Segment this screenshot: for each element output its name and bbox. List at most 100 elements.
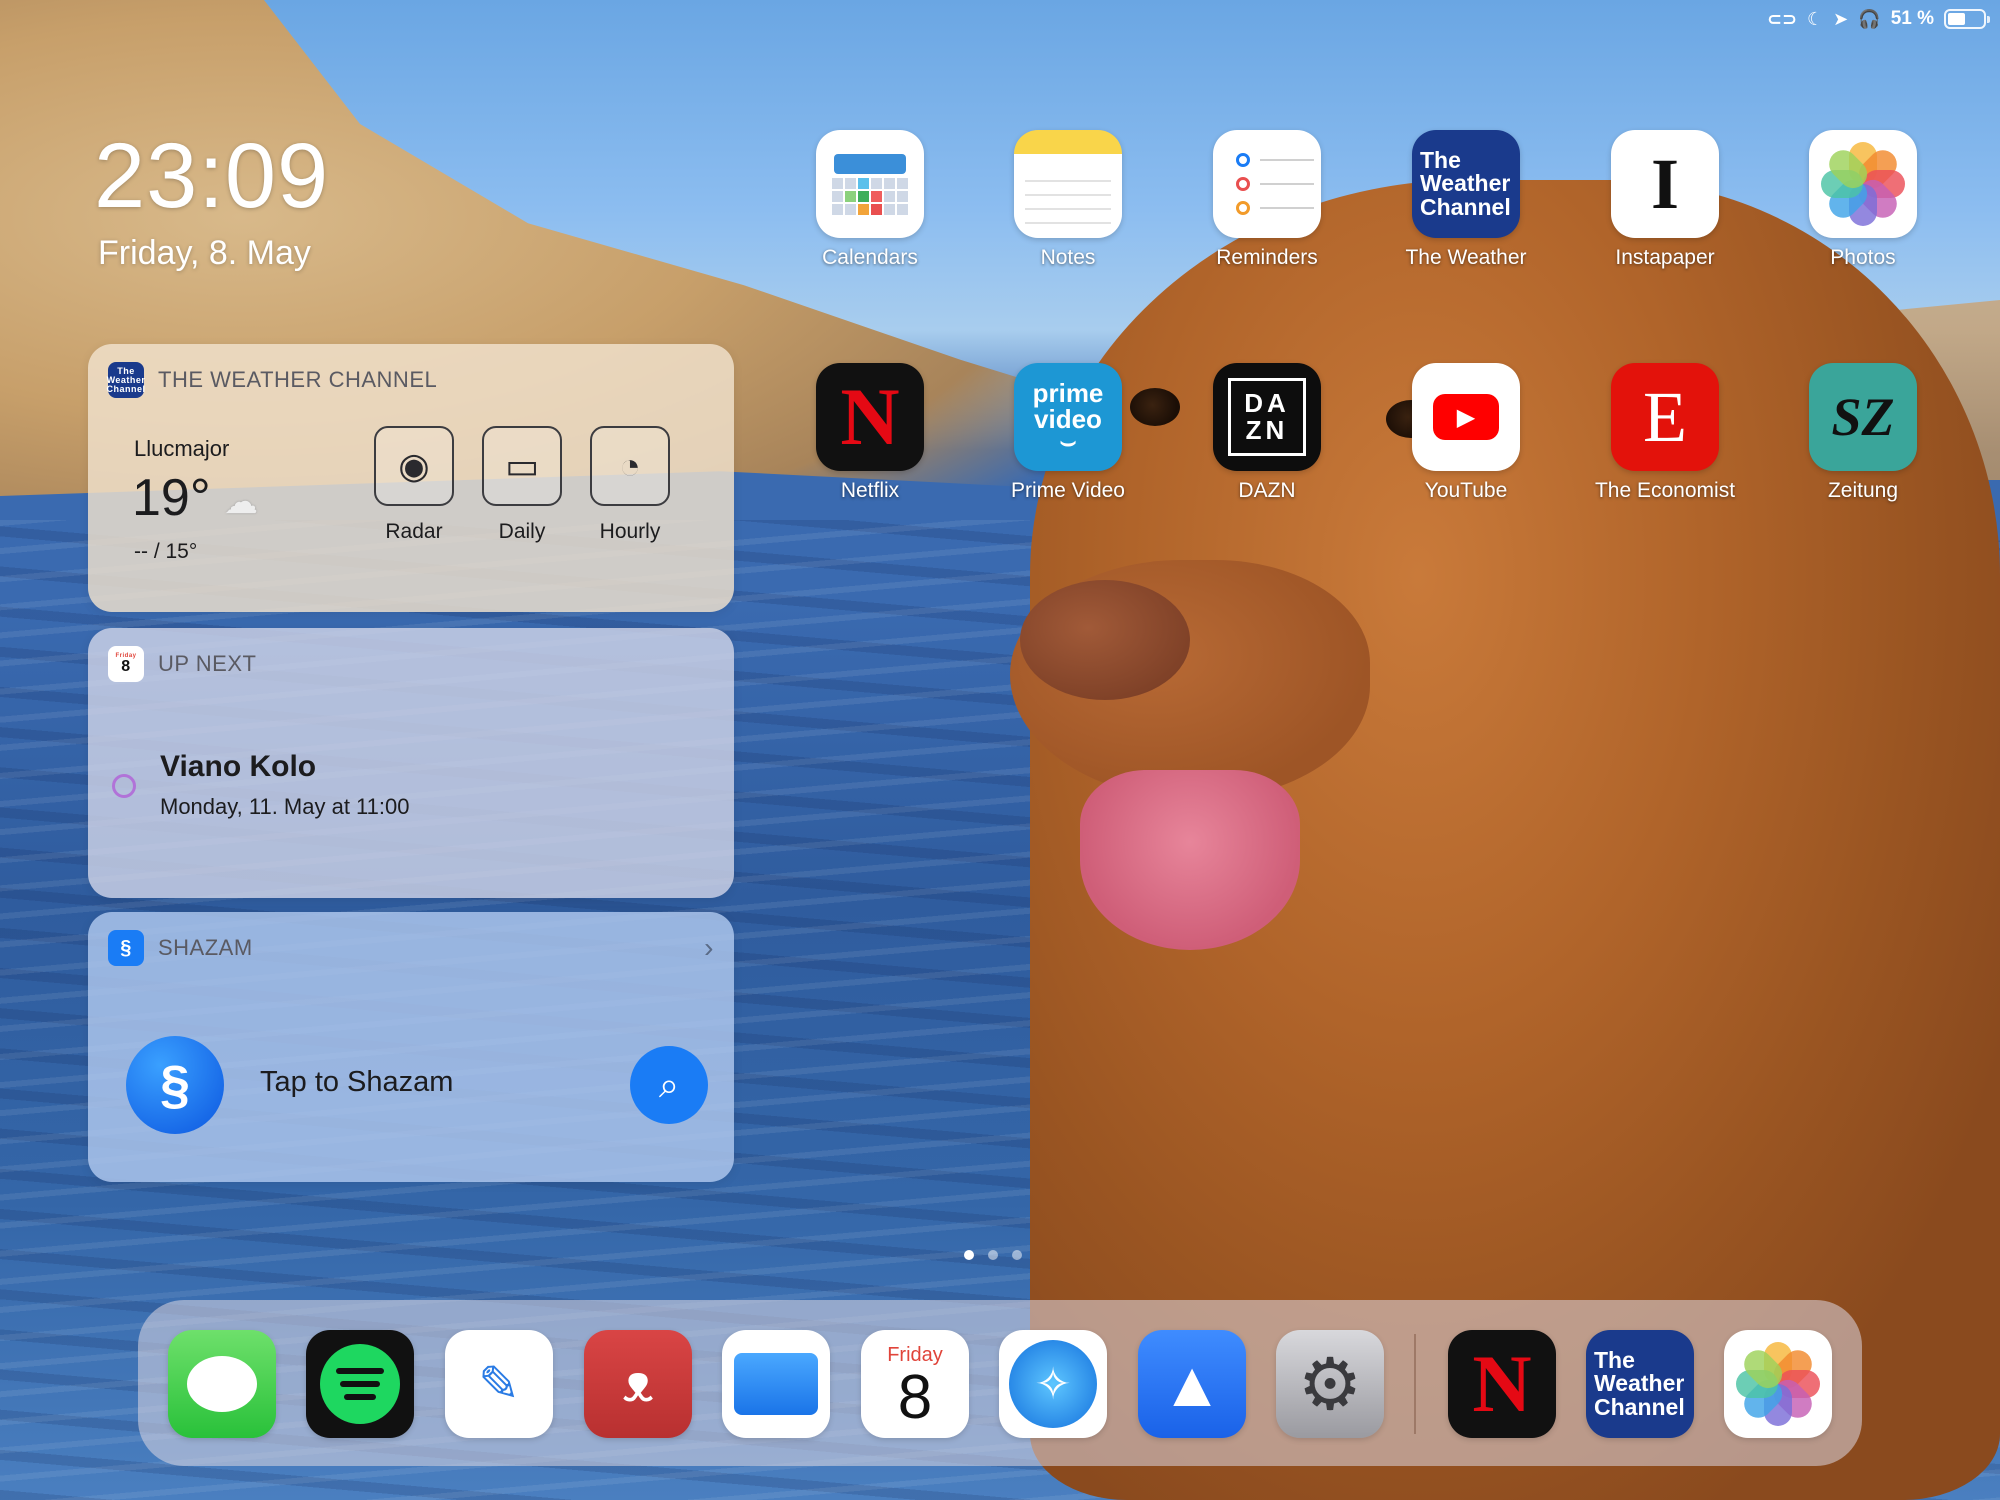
instapaper-app-icon: I xyxy=(1611,130,1719,238)
page-dot[interactable] xyxy=(988,1250,998,1260)
status-bar: ⊂⊃ ☾ ➤ 🎧 51 % xyxy=(1766,8,1990,30)
weather-radar-button[interactable]: ◉ Radar xyxy=(360,426,468,544)
app-notes[interactable]: Notes xyxy=(993,130,1143,270)
app-instapaper[interactable]: I Instapaper xyxy=(1590,130,1740,270)
dock-app-spotify[interactable] xyxy=(306,1330,414,1438)
upnext-widget-title: UP NEXT xyxy=(158,651,257,676)
weather-channel-app-icon: The Weather Channel xyxy=(1594,1346,1685,1420)
weather-hourly-button[interactable]: ◔ Hourly xyxy=(576,426,684,544)
clock-icon: ◔ xyxy=(590,426,670,506)
location-arrow-icon: ➤ xyxy=(1833,9,1849,29)
weather-temperature: 19° xyxy=(132,469,211,527)
shazam-logo-button[interactable]: § xyxy=(126,1036,224,1134)
battery-fill xyxy=(1948,13,1966,25)
notes-app-icon xyxy=(1014,130,1122,238)
shazam-widget-header: § SHAZAM › xyxy=(88,912,734,984)
page-dot[interactable] xyxy=(1012,1250,1022,1260)
photos-app-icon xyxy=(1809,130,1917,238)
dock-recent-photos[interactable] xyxy=(1724,1330,1832,1438)
spotify-icon xyxy=(320,1344,400,1424)
dock-app-settings[interactable]: ⚙ xyxy=(1276,1330,1384,1438)
photos-app-icon xyxy=(1736,1342,1820,1426)
app-label: Instapaper xyxy=(1615,246,1715,269)
link-icon: ⊂⊃ xyxy=(1766,9,1798,29)
app-the-economist[interactable]: E The Economist xyxy=(1590,363,1740,503)
dock-app-safari[interactable]: ✧ xyxy=(999,1330,1107,1438)
shazam-badge-icon: § xyxy=(108,930,144,966)
weather-widget[interactable]: The Weather Channel THE WEATHER CHANNEL … xyxy=(88,344,734,612)
dock-recent-netflix[interactable]: N xyxy=(1448,1330,1556,1438)
weather-daily-label: Daily xyxy=(498,520,546,543)
shazam-action-label[interactable]: Tap to Shazam xyxy=(260,1066,453,1099)
chevron-right-icon[interactable]: › xyxy=(704,932,714,964)
dock-app-files[interactable] xyxy=(722,1330,830,1438)
dock-app-messages[interactable] xyxy=(168,1330,276,1438)
event-title[interactable]: Viano Kolo xyxy=(160,750,316,784)
dock-app-calendar[interactable]: Friday 8 xyxy=(861,1330,969,1438)
app-the-weather[interactable]: The Weather Channel The Weather xyxy=(1391,130,1541,270)
calendar-badge-num: 8 xyxy=(121,658,131,675)
app-label: Reminders xyxy=(1216,246,1318,269)
app-reminders[interactable]: Reminders xyxy=(1192,130,1342,270)
app-prime-video[interactable]: prime video ⌣ Prime Video xyxy=(993,363,1143,503)
dock-recent-weather-channel[interactable]: The Weather Channel xyxy=(1586,1330,1694,1438)
app-youtube[interactable]: ▶ YouTube xyxy=(1391,363,1541,503)
shazam-widget[interactable]: § SHAZAM › § Tap to Shazam ⌕ xyxy=(88,912,734,1182)
economist-app-icon: E xyxy=(1611,363,1719,471)
bear-icon: ᴥ xyxy=(622,1355,654,1413)
dock-app-editorial[interactable]: ✎ xyxy=(445,1330,553,1438)
page-dot[interactable] xyxy=(964,1250,974,1260)
calendars-app-icon xyxy=(816,130,924,238)
app-label: Prime Video xyxy=(1010,479,1125,502)
prime-video-app-icon: prime video ⌣ xyxy=(1014,363,1122,471)
app-label: The Economist xyxy=(1594,479,1736,502)
app-label: Netflix xyxy=(840,479,900,502)
dock-app-bear[interactable]: ᴥ xyxy=(584,1330,692,1438)
clock-time: 23:09 xyxy=(94,125,330,227)
app-label: YouTube xyxy=(1424,479,1508,502)
weather-widget-header: The Weather Channel THE WEATHER CHANNEL xyxy=(88,344,734,416)
smile-arrow-icon: ⌣ xyxy=(1059,426,1077,456)
app-zeitung[interactable]: SZ Zeitung xyxy=(1788,363,1938,503)
upnext-widget[interactable]: Friday 8 UP NEXT Viano Kolo Monday, 11. … xyxy=(88,628,734,898)
app-label: DAZN xyxy=(1238,479,1296,502)
app-label: Zeitung xyxy=(1827,479,1899,502)
weather-daily-button[interactable]: ▭ Daily xyxy=(468,426,576,544)
app-label: Calendars xyxy=(822,246,918,269)
app-photos[interactable]: Photos xyxy=(1788,130,1938,270)
netflix-app-icon: N xyxy=(1472,1338,1532,1429)
app-label: Photos xyxy=(1830,246,1896,269)
weather-city: Llucmajor xyxy=(134,436,230,461)
dock-app-spark[interactable]: ▲ xyxy=(1138,1330,1246,1438)
pen-icon: ✎ xyxy=(478,1356,520,1412)
app-netflix[interactable]: N Netflix xyxy=(795,363,945,503)
event-color-dot xyxy=(112,774,136,798)
app-label: The Weather xyxy=(1405,246,1527,269)
shazam-widget-title: SHAZAM xyxy=(158,935,253,960)
page-indicator[interactable] xyxy=(964,1250,1022,1260)
wallpaper-dog-nose xyxy=(1020,580,1190,700)
search-icon[interactable]: ⌕ xyxy=(630,1046,708,1124)
headphones-icon: 🎧 xyxy=(1858,9,1881,29)
app-label: Notes xyxy=(1040,246,1096,269)
netflix-app-icon: N xyxy=(816,363,924,471)
app-calendars[interactable]: Calendars xyxy=(795,130,945,270)
gear-icon: ⚙ xyxy=(1297,1345,1363,1425)
calendar-date-number: 8 xyxy=(897,1362,933,1432)
weather-widget-body: Llucmajor 19° ☁ -- / 15° ◉ Radar ▭ Daily… xyxy=(88,416,734,612)
reminders-app-icon xyxy=(1213,130,1321,238)
upnext-widget-header: Friday 8 UP NEXT xyxy=(88,628,734,700)
app-dazn[interactable]: DA ZN DAZN xyxy=(1192,363,1342,503)
calendar-icon: ▭ xyxy=(482,426,562,506)
battery-icon xyxy=(1944,9,1990,29)
clock-date: Friday, 8. May xyxy=(98,234,311,272)
folder-icon xyxy=(734,1353,818,1415)
zeitung-app-icon: SZ xyxy=(1809,363,1917,471)
dock: ✎ ᴥ Friday 8 ✧ ▲ ⚙ N The Weather Channel xyxy=(138,1300,1862,1466)
event-time: Monday, 11. May at 11:00 xyxy=(160,794,410,819)
moon-cloud-icon: ☁ xyxy=(224,483,258,521)
dock-separator xyxy=(1414,1334,1416,1434)
youtube-app-icon: ▶ xyxy=(1412,363,1520,471)
weather-channel-badge-icon: The Weather Channel xyxy=(107,362,145,398)
wallpaper-dog-tongue xyxy=(1080,770,1300,950)
